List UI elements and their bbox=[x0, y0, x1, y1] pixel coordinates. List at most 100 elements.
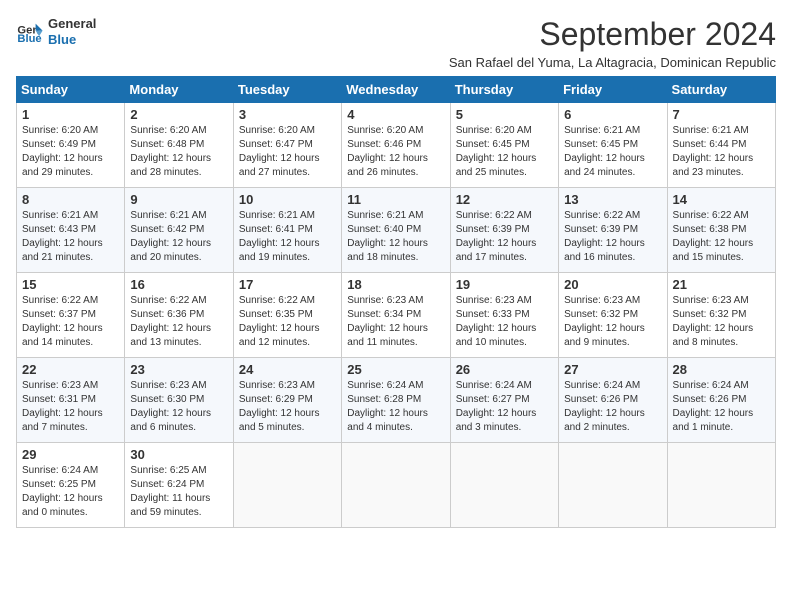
daylight-label: Daylight: 12 hours and 16 minutes. bbox=[564, 238, 645, 263]
sunrise-label: Sunrise: 6:21 AM bbox=[673, 125, 749, 136]
sunset-label: Sunset: 6:40 PM bbox=[347, 224, 421, 235]
calendar-cell: 18 Sunrise: 6:23 AM Sunset: 6:34 PM Dayl… bbox=[342, 273, 450, 358]
sunset-label: Sunset: 6:39 PM bbox=[564, 224, 638, 235]
day-detail: Sunrise: 6:23 AM Sunset: 6:29 PM Dayligh… bbox=[239, 379, 336, 435]
day-number: 15 bbox=[22, 277, 119, 292]
logo-text-line2: Blue bbox=[48, 32, 96, 48]
sunrise-label: Sunrise: 6:20 AM bbox=[347, 125, 423, 136]
sunrise-label: Sunrise: 6:23 AM bbox=[564, 295, 640, 306]
sunrise-label: Sunrise: 6:21 AM bbox=[22, 210, 98, 221]
sunset-label: Sunset: 6:30 PM bbox=[130, 394, 204, 405]
daylight-label: Daylight: 12 hours and 26 minutes. bbox=[347, 153, 428, 178]
calendar-cell: 22 Sunrise: 6:23 AM Sunset: 6:31 PM Dayl… bbox=[17, 358, 125, 443]
calendar-cell: 14 Sunrise: 6:22 AM Sunset: 6:38 PM Dayl… bbox=[667, 188, 775, 273]
day-detail: Sunrise: 6:21 AM Sunset: 6:45 PM Dayligh… bbox=[564, 124, 661, 180]
daylight-label: Daylight: 12 hours and 11 minutes. bbox=[347, 323, 428, 348]
day-detail: Sunrise: 6:21 AM Sunset: 6:40 PM Dayligh… bbox=[347, 209, 444, 265]
header-friday: Friday bbox=[559, 77, 667, 103]
sunset-label: Sunset: 6:49 PM bbox=[22, 139, 96, 150]
header: Gen Blue General Blue September 2024 San… bbox=[16, 16, 776, 70]
sunrise-label: Sunrise: 6:22 AM bbox=[239, 295, 315, 306]
calendar-cell: 28 Sunrise: 6:24 AM Sunset: 6:26 PM Dayl… bbox=[667, 358, 775, 443]
calendar-cell: 25 Sunrise: 6:24 AM Sunset: 6:28 PM Dayl… bbox=[342, 358, 450, 443]
calendar-week-3: 15 Sunrise: 6:22 AM Sunset: 6:37 PM Dayl… bbox=[17, 273, 776, 358]
daylight-label: Daylight: 12 hours and 4 minutes. bbox=[347, 408, 428, 433]
calendar-cell: 9 Sunrise: 6:21 AM Sunset: 6:42 PM Dayli… bbox=[125, 188, 233, 273]
day-detail: Sunrise: 6:20 AM Sunset: 6:48 PM Dayligh… bbox=[130, 124, 227, 180]
sunset-label: Sunset: 6:37 PM bbox=[22, 309, 96, 320]
day-detail: Sunrise: 6:20 AM Sunset: 6:45 PM Dayligh… bbox=[456, 124, 553, 180]
daylight-label: Daylight: 12 hours and 10 minutes. bbox=[456, 323, 537, 348]
day-detail: Sunrise: 6:21 AM Sunset: 6:41 PM Dayligh… bbox=[239, 209, 336, 265]
day-number: 1 bbox=[22, 107, 119, 122]
calendar-cell: 29 Sunrise: 6:24 AM Sunset: 6:25 PM Dayl… bbox=[17, 443, 125, 528]
header-saturday: Saturday bbox=[667, 77, 775, 103]
day-detail: Sunrise: 6:24 AM Sunset: 6:28 PM Dayligh… bbox=[347, 379, 444, 435]
calendar-cell: 2 Sunrise: 6:20 AM Sunset: 6:48 PM Dayli… bbox=[125, 103, 233, 188]
calendar-cell: 5 Sunrise: 6:20 AM Sunset: 6:45 PM Dayli… bbox=[450, 103, 558, 188]
calendar-cell: 17 Sunrise: 6:22 AM Sunset: 6:35 PM Dayl… bbox=[233, 273, 341, 358]
month-title: September 2024 bbox=[96, 16, 776, 53]
sunset-label: Sunset: 6:42 PM bbox=[130, 224, 204, 235]
day-number: 6 bbox=[564, 107, 661, 122]
day-detail: Sunrise: 6:21 AM Sunset: 6:43 PM Dayligh… bbox=[22, 209, 119, 265]
calendar-header-row: SundayMondayTuesdayWednesdayThursdayFrid… bbox=[17, 77, 776, 103]
daylight-label: Daylight: 12 hours and 18 minutes. bbox=[347, 238, 428, 263]
sunrise-label: Sunrise: 6:24 AM bbox=[564, 380, 640, 391]
day-number: 7 bbox=[673, 107, 770, 122]
day-detail: Sunrise: 6:22 AM Sunset: 6:36 PM Dayligh… bbox=[130, 294, 227, 350]
sunrise-label: Sunrise: 6:25 AM bbox=[130, 465, 206, 476]
day-number: 21 bbox=[673, 277, 770, 292]
sunset-label: Sunset: 6:31 PM bbox=[22, 394, 96, 405]
calendar-cell: 20 Sunrise: 6:23 AM Sunset: 6:32 PM Dayl… bbox=[559, 273, 667, 358]
day-number: 16 bbox=[130, 277, 227, 292]
sunset-label: Sunset: 6:36 PM bbox=[130, 309, 204, 320]
day-detail: Sunrise: 6:23 AM Sunset: 6:30 PM Dayligh… bbox=[130, 379, 227, 435]
header-wednesday: Wednesday bbox=[342, 77, 450, 103]
sunset-label: Sunset: 6:34 PM bbox=[347, 309, 421, 320]
sunrise-label: Sunrise: 6:21 AM bbox=[239, 210, 315, 221]
daylight-label: Daylight: 12 hours and 23 minutes. bbox=[673, 153, 754, 178]
sunset-label: Sunset: 6:32 PM bbox=[673, 309, 747, 320]
sunset-label: Sunset: 6:46 PM bbox=[347, 139, 421, 150]
calendar-cell: 21 Sunrise: 6:23 AM Sunset: 6:32 PM Dayl… bbox=[667, 273, 775, 358]
sunrise-label: Sunrise: 6:23 AM bbox=[22, 380, 98, 391]
day-number: 5 bbox=[456, 107, 553, 122]
header-tuesday: Tuesday bbox=[233, 77, 341, 103]
sunrise-label: Sunrise: 6:20 AM bbox=[456, 125, 532, 136]
day-number: 10 bbox=[239, 192, 336, 207]
sunset-label: Sunset: 6:39 PM bbox=[456, 224, 530, 235]
sunset-label: Sunset: 6:26 PM bbox=[673, 394, 747, 405]
day-number: 30 bbox=[130, 447, 227, 462]
day-number: 12 bbox=[456, 192, 553, 207]
day-number: 27 bbox=[564, 362, 661, 377]
daylight-label: Daylight: 12 hours and 2 minutes. bbox=[564, 408, 645, 433]
sunrise-label: Sunrise: 6:23 AM bbox=[347, 295, 423, 306]
daylight-label: Daylight: 12 hours and 13 minutes. bbox=[130, 323, 211, 348]
day-number: 2 bbox=[130, 107, 227, 122]
sunset-label: Sunset: 6:45 PM bbox=[564, 139, 638, 150]
daylight-label: Daylight: 11 hours and 59 minutes. bbox=[130, 493, 210, 518]
calendar-cell: 24 Sunrise: 6:23 AM Sunset: 6:29 PM Dayl… bbox=[233, 358, 341, 443]
day-number: 24 bbox=[239, 362, 336, 377]
sunset-label: Sunset: 6:35 PM bbox=[239, 309, 313, 320]
day-detail: Sunrise: 6:20 AM Sunset: 6:46 PM Dayligh… bbox=[347, 124, 444, 180]
day-detail: Sunrise: 6:23 AM Sunset: 6:32 PM Dayligh… bbox=[673, 294, 770, 350]
daylight-label: Daylight: 12 hours and 17 minutes. bbox=[456, 238, 537, 263]
sunset-label: Sunset: 6:44 PM bbox=[673, 139, 747, 150]
sunset-label: Sunset: 6:38 PM bbox=[673, 224, 747, 235]
day-number: 29 bbox=[22, 447, 119, 462]
day-number: 9 bbox=[130, 192, 227, 207]
daylight-label: Daylight: 12 hours and 5 minutes. bbox=[239, 408, 320, 433]
sunrise-label: Sunrise: 6:21 AM bbox=[347, 210, 423, 221]
daylight-label: Daylight: 12 hours and 24 minutes. bbox=[564, 153, 645, 178]
header-monday: Monday bbox=[125, 77, 233, 103]
day-number: 17 bbox=[239, 277, 336, 292]
calendar-cell: 26 Sunrise: 6:24 AM Sunset: 6:27 PM Dayl… bbox=[450, 358, 558, 443]
daylight-label: Daylight: 12 hours and 27 minutes. bbox=[239, 153, 320, 178]
sunset-label: Sunset: 6:41 PM bbox=[239, 224, 313, 235]
sunset-label: Sunset: 6:28 PM bbox=[347, 394, 421, 405]
day-detail: Sunrise: 6:22 AM Sunset: 6:39 PM Dayligh… bbox=[564, 209, 661, 265]
calendar-cell: 4 Sunrise: 6:20 AM Sunset: 6:46 PM Dayli… bbox=[342, 103, 450, 188]
sunset-label: Sunset: 6:26 PM bbox=[564, 394, 638, 405]
